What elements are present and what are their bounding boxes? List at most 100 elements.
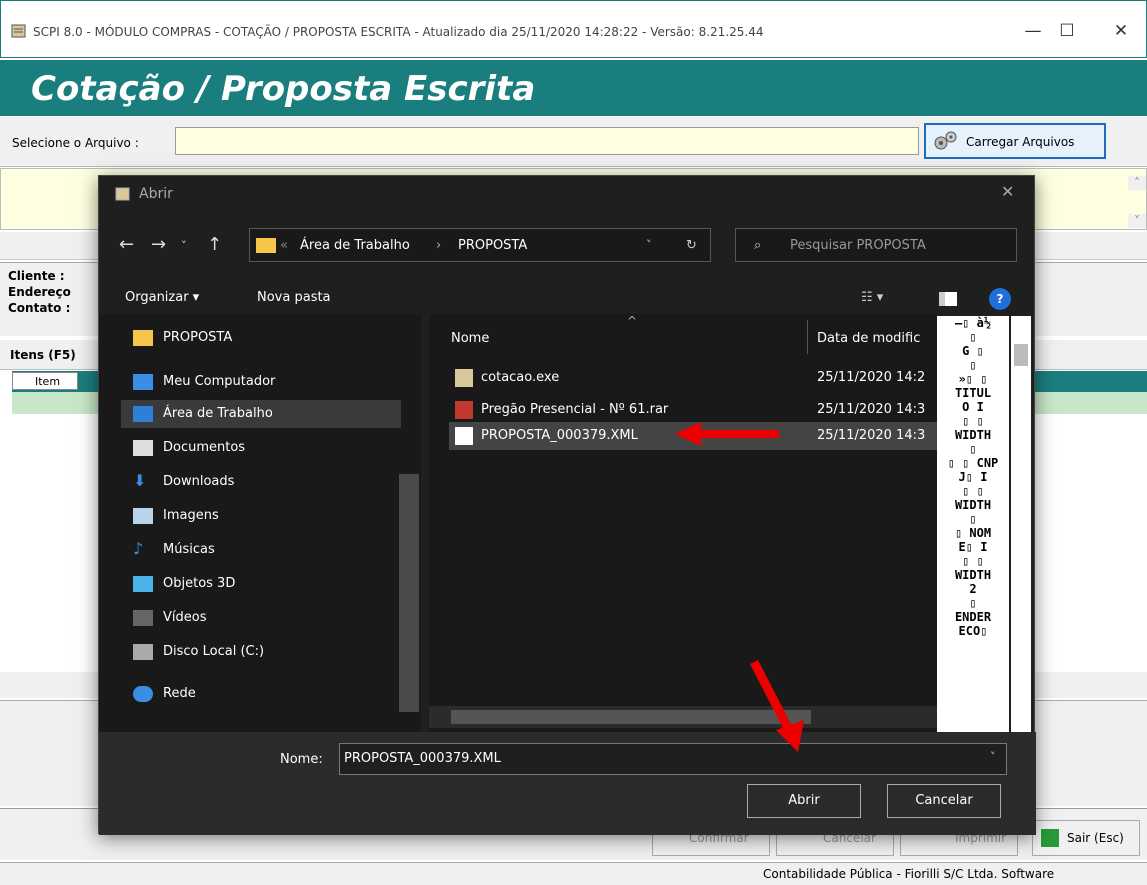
file-name: cotacao.exe	[481, 370, 560, 385]
nav-item-3d-objects[interactable]: Objetos 3D	[121, 570, 401, 598]
file-name: Pregão Presencial - Nº 61.rar	[481, 402, 669, 417]
nav-label: Vídeos	[163, 610, 207, 625]
window-title: SCPI 8.0 - MÓDULO COMPRAS - COTAÇÃO / PR…	[33, 25, 764, 39]
preview-pane: –▯ à½ ▯ G ▯ ▯ »▯ ▯ TITUL O I ▯ ▯ WIDTH ▯ ▯ ▯ CNP J▯…	[937, 316, 1009, 734]
red-arrow-left-icon	[675, 422, 701, 446]
load-files-button[interactable]: Carregar Arquivos	[924, 123, 1106, 159]
nav-item-computer[interactable]: Meu Computador	[121, 368, 401, 396]
nav-item-network[interactable]: Rede	[121, 680, 401, 708]
nav-item-downloads[interactable]: ⬇ Downloads	[121, 468, 401, 496]
exe-icon	[455, 369, 473, 387]
crumb-desktop[interactable]: Área de Trabalho	[300, 238, 410, 253]
col-item-header: Item	[12, 372, 78, 390]
file-date: 25/11/2020 14:3	[817, 402, 926, 417]
file-row[interactable]: cotacao.exe 25/11/2020 14:2	[449, 366, 937, 390]
file-label: Selecione o Arquivo :	[12, 136, 139, 150]
recent-chevron-icon[interactable]: ˅	[181, 239, 187, 252]
download-icon: ⬇	[133, 471, 147, 490]
refresh-icon[interactable]: ↻	[686, 238, 697, 253]
forward-icon[interactable]: →	[151, 234, 166, 255]
search-icon: ⌕	[754, 238, 762, 253]
video-icon	[133, 610, 153, 626]
search-box[interactable]: ⌕ Pesquisar PROPOSTA	[735, 228, 1017, 262]
address-label: Endereço	[8, 285, 71, 299]
nav-label: Documentos	[163, 440, 246, 455]
nav-label: Disco Local (C:)	[163, 644, 265, 659]
nav-label: Meu Computador	[163, 374, 276, 389]
preview-line: TITUL	[954, 386, 992, 400]
preview-line: ▯ ▯ CNP	[947, 456, 999, 470]
help-icon[interactable]: ?	[989, 288, 1011, 310]
status-bar: Contabilidade Pública - Fiorilli S/C Ltd…	[0, 862, 1147, 885]
preview-line: ▯ NOM	[954, 526, 992, 540]
sort-icon: ^	[627, 314, 638, 328]
image-icon	[133, 508, 153, 524]
column-name[interactable]: Nome	[451, 331, 489, 346]
nav-item-videos[interactable]: Vídeos	[121, 604, 401, 632]
file-icon	[455, 427, 473, 445]
preview-line: E▯ I	[958, 540, 988, 554]
nav-item-proposta[interactable]: PROPOSTA	[121, 324, 401, 352]
computer-icon	[133, 374, 153, 390]
file-date: 25/11/2020 14:2	[817, 370, 926, 385]
preview-line: 2	[969, 582, 977, 596]
filename-dropdown-icon[interactable]: ˅	[990, 750, 996, 763]
filename-value: PROPOSTA_000379.XML	[344, 751, 501, 766]
close-button[interactable]: ✕	[1101, 19, 1141, 43]
preview-line: J▯ I	[958, 470, 988, 484]
preview-pane-icon[interactable]	[939, 292, 957, 306]
nav-label: Downloads	[163, 474, 235, 489]
cancel-button[interactable]: Cancelar	[887, 784, 1001, 818]
address-dropdown-icon[interactable]: ˅	[646, 238, 652, 251]
preview-line: ECO▯	[958, 624, 988, 638]
address-bar[interactable]: « Área de Trabalho › PROPOSTA ˅ ↻	[249, 228, 711, 262]
preview-line: ▯ ▯	[962, 484, 984, 498]
folder-icon	[256, 238, 276, 253]
preview-line: –▯ à½	[954, 316, 992, 330]
list-h-scrollbar[interactable]	[429, 706, 937, 728]
crumb-proposta[interactable]: PROPOSTA	[458, 238, 527, 253]
exit-button[interactable]: Sair (Esc)	[1032, 820, 1140, 856]
crumb-separator: ›	[436, 238, 442, 253]
window-title-bar: SCPI 8.0 - MÓDULO COMPRAS - COTAÇÃO / PR…	[0, 0, 1147, 58]
nav-item-images[interactable]: Imagens	[121, 502, 401, 530]
file-row[interactable]: Pregão Presencial - Nº 61.rar 25/11/2020 …	[449, 398, 937, 422]
column-divider	[807, 320, 808, 354]
gears-icon	[932, 130, 958, 152]
status-text: Contabilidade Pública - Fiorilli S/C Ltd…	[763, 867, 1055, 881]
preview-line: ▯	[969, 330, 977, 344]
nav-scrollbar-thumb[interactable]	[399, 474, 419, 712]
page-banner: Cotação / Proposta Escrita	[0, 60, 1147, 116]
column-date[interactable]: Data de modific	[817, 331, 920, 346]
scroll-up-icon[interactable]: ˄	[1128, 176, 1146, 190]
file-path-input[interactable]	[175, 127, 919, 155]
nav-item-documents[interactable]: Documentos	[121, 434, 401, 462]
up-icon[interactable]: ↑	[207, 234, 222, 255]
dialog-title: Abrir	[139, 186, 173, 202]
scroll-down-icon[interactable]: ˅	[1128, 214, 1146, 228]
exit-label: Sair (Esc)	[1067, 831, 1124, 845]
filename-input[interactable]: PROPOSTA_000379.XML ˅	[339, 743, 1007, 775]
tab-items[interactable]: Itens (F5)	[10, 348, 76, 362]
nav-item-music[interactable]: ♪ Músicas	[121, 536, 401, 564]
folder-icon	[133, 330, 153, 346]
music-icon: ♪	[133, 539, 144, 558]
organize-menu[interactable]: Organizar ▾	[125, 290, 199, 305]
new-folder-button[interactable]: Nova pasta	[257, 290, 331, 305]
preview-scrollbar[interactable]	[1011, 316, 1031, 734]
view-options-icon[interactable]: ☷ ▾	[861, 290, 883, 305]
red-arrow-diagonal-icon	[749, 659, 804, 752]
file-date: 25/11/2020 14:3	[817, 428, 926, 443]
maximize-button[interactable]: ☐	[1047, 19, 1087, 43]
preview-line: ▯ ▯	[962, 554, 984, 568]
nav-label: PROPOSTA	[163, 330, 233, 345]
nav-item-local-disk[interactable]: Disco Local (C:)	[121, 638, 401, 666]
preview-line: WIDTH	[954, 498, 992, 512]
drive-icon	[133, 644, 153, 660]
preview-scroll-thumb[interactable]	[1014, 344, 1028, 366]
address-overflow: «	[280, 238, 288, 253]
back-icon[interactable]: ←	[119, 234, 134, 255]
open-button[interactable]: Abrir	[747, 784, 861, 818]
nav-item-desktop[interactable]: Área de Trabalho	[121, 400, 401, 428]
dialog-close-icon[interactable]: ✕	[1001, 182, 1014, 201]
